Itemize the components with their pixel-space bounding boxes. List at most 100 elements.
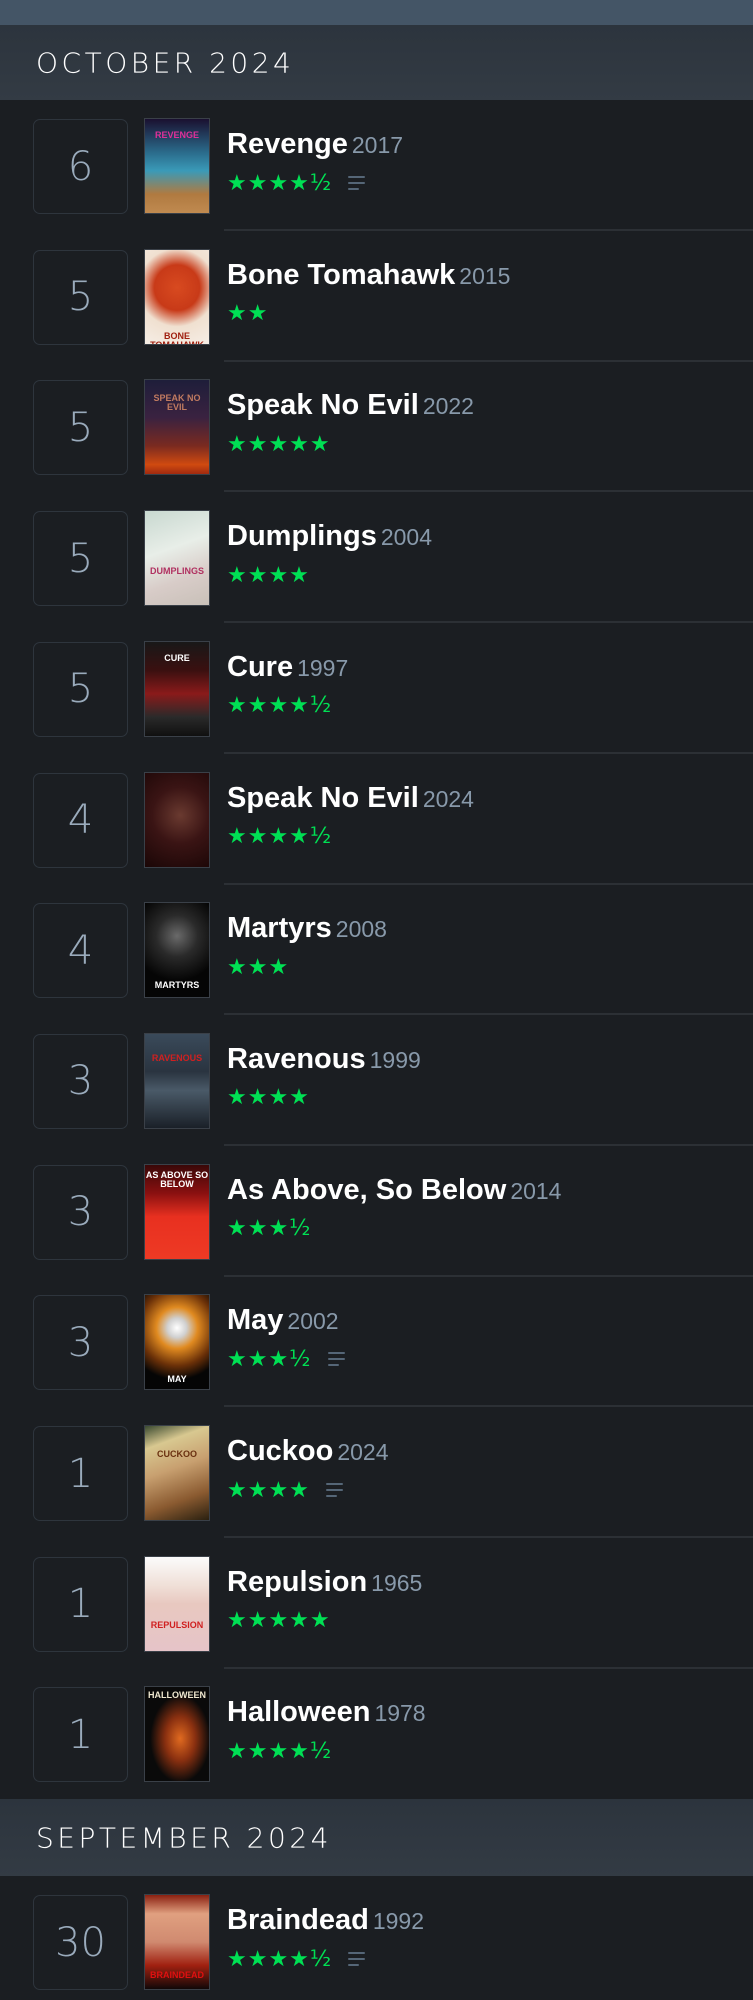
film-title[interactable]: As Above, So Below — [227, 1174, 506, 1206]
review-icon-line — [325, 1483, 343, 1485]
film-info: Cure 1997 ★★★★½ — [227, 649, 348, 720]
day-number[interactable]: 5 — [33, 641, 128, 737]
film-title[interactable]: Cuckoo — [227, 1435, 333, 1467]
diary-entry[interactable]: 4 Speak No Evil 2024 ★★★★½ — [0, 754, 753, 885]
film-title[interactable]: Halloween — [227, 1696, 370, 1728]
poster-ravenous[interactable]: RAVENOUS — [144, 1032, 210, 1129]
film-info: Speak No Evil 2022 ★★★★★ — [227, 387, 474, 458]
film-info: Martyrs 2008 ★★★ — [227, 910, 387, 981]
day-number[interactable]: 3 — [33, 1033, 128, 1129]
diary-entry[interactable]: 3 MAY May 2002 ★★★½ — [0, 1276, 753, 1408]
day-number[interactable]: 4 — [33, 772, 128, 868]
review-icon-line — [348, 176, 366, 178]
star-rating: ★★★★½ — [227, 1946, 333, 1972]
month-label: OCTOBER 2024 — [36, 46, 295, 79]
diary-entry[interactable]: 4 MARTYRS Martyrs 2008 ★★★ — [0, 884, 753, 1016]
diary-entry[interactable]: 3 RAVENOUS Ravenous 1999 ★★★★ — [0, 1015, 753, 1146]
film-year[interactable]: 2022 — [423, 393, 474, 419]
film-year[interactable]: 2014 — [510, 1178, 561, 1204]
film-title[interactable]: Repulsion — [227, 1566, 367, 1598]
poster-repulsion[interactable]: REPULSION — [144, 1555, 210, 1652]
film-year[interactable]: 2002 — [287, 1308, 338, 1334]
review-text-icon[interactable] — [348, 176, 366, 190]
poster-image — [145, 249, 209, 344]
star-rating: ★★★★★ — [227, 431, 331, 457]
poster-title-text: CUCKOO — [157, 1449, 197, 1459]
poster-speak-no-evil-2024[interactable] — [144, 771, 210, 868]
diary-entry[interactable]: 1 REPULSION Repulsion 1965 ★★★★★ — [0, 1538, 753, 1669]
top-bar — [0, 0, 753, 25]
poster-image — [145, 1033, 209, 1128]
diary-entry[interactable]: 6 REVENGE Revenge 2017 ★★★★½ — [0, 100, 753, 231]
film-title[interactable]: Braindead — [227, 1904, 369, 1936]
day-number[interactable]: 4 — [33, 903, 128, 999]
film-title[interactable]: Cure — [227, 651, 293, 683]
film-year[interactable]: 2015 — [459, 263, 510, 289]
poster-cure[interactable]: CURE — [144, 640, 210, 737]
poster-martyrs[interactable]: MARTYRS — [144, 902, 210, 999]
poster-title-text: HALLOWEEN — [148, 1690, 206, 1701]
film-year[interactable]: 1992 — [373, 1908, 424, 1934]
poster-dumplings[interactable]: DUMPLINGS — [144, 510, 210, 607]
poster-title-text: AS ABOVE SO BELOW — [145, 1169, 209, 1189]
poster-as-above-so-below[interactable]: AS ABOVE SO BELOW — [144, 1163, 210, 1260]
day-number[interactable]: 1 — [33, 1687, 128, 1783]
diary-entry[interactable]: 30 BRAINDEAD Braindead 1992 ★★★★½ — [0, 1876, 753, 2000]
film-year[interactable]: 2017 — [352, 132, 403, 158]
film-year[interactable]: 1999 — [370, 1047, 421, 1073]
film-year[interactable]: 1965 — [371, 1570, 422, 1596]
poster-may[interactable]: MAY — [144, 1294, 210, 1391]
diary-entry[interactable]: 5 SPEAK NO EVIL Speak No Evil 2022 ★★★★★ — [0, 361, 753, 493]
film-title[interactable]: Speak No Evil — [227, 389, 419, 421]
day-number[interactable]: 5 — [33, 380, 128, 476]
film-year[interactable]: 1997 — [297, 655, 348, 681]
film-title[interactable]: Martyrs — [227, 912, 332, 944]
day-number[interactable]: 6 — [33, 119, 128, 214]
poster-image — [145, 1426, 209, 1520]
poster-image — [145, 1556, 209, 1651]
review-icon-line — [348, 182, 366, 184]
poster-title-text: DUMPLINGS — [150, 566, 204, 577]
star-rating: ★★★★½ — [227, 170, 333, 196]
film-title[interactable]: Speak No Evil — [227, 782, 419, 814]
poster-bone-tomahawk[interactable]: BONE TOMAHAWK — [144, 248, 210, 345]
film-title[interactable]: Ravenous — [227, 1043, 366, 1075]
day-number[interactable]: 5 — [33, 249, 128, 345]
review-text-icon[interactable] — [348, 1952, 366, 1967]
poster-title-text: BONE TOMAHAWK — [150, 330, 204, 345]
review-icon-line — [325, 1489, 343, 1491]
day-number[interactable]: 5 — [33, 511, 128, 607]
day-number[interactable]: 1 — [33, 1556, 128, 1652]
film-year[interactable]: 2004 — [381, 524, 432, 550]
poster-title-text: CURE — [164, 652, 190, 663]
film-year[interactable]: 1978 — [374, 1700, 425, 1726]
day-number[interactable]: 3 — [33, 1164, 128, 1260]
diary-entry[interactable]: 5 BONE TOMAHAWK Bone Tomahawk 2015 ★★ — [0, 231, 753, 362]
film-year[interactable]: 2008 — [336, 916, 387, 942]
film-title[interactable]: Dumplings — [227, 520, 377, 552]
diary-entry[interactable]: 5 DUMPLINGS Dumplings 2004 ★★★★ — [0, 492, 753, 624]
film-title[interactable]: May — [227, 1304, 283, 1336]
diary-entry[interactable]: 3 AS ABOVE SO BELOW As Above, So Below 2014… — [0, 1146, 753, 1277]
poster-halloween[interactable]: HALLOWEEN — [144, 1686, 210, 1783]
film-year[interactable]: 2024 — [423, 786, 474, 812]
poster-speak-no-evil-2022[interactable]: SPEAK NO EVIL — [144, 379, 210, 476]
film-info: Repulsion 1965 ★★★★★ — [227, 1564, 422, 1635]
review-text-icon[interactable] — [325, 1483, 343, 1497]
day-number[interactable]: 30 — [33, 1895, 128, 1991]
film-year[interactable]: 2024 — [337, 1439, 388, 1465]
poster-cuckoo[interactable]: CUCKOO — [144, 1425, 210, 1521]
day-number[interactable]: 3 — [33, 1295, 128, 1391]
diary-entry[interactable]: 1 HALLOWEEN Halloween 1978 ★★★★½ — [0, 1668, 753, 1799]
diary-entry[interactable]: 1 CUCKOO Cuckoo 2024 ★★★★ — [0, 1407, 753, 1538]
film-info: Halloween 1978 ★★★★½ — [227, 1694, 426, 1765]
film-info: Ravenous 1999 ★★★★ — [227, 1041, 421, 1112]
film-title[interactable]: Revenge — [227, 128, 348, 160]
film-title[interactable]: Bone Tomahawk — [227, 259, 455, 291]
review-text-icon[interactable] — [327, 1352, 345, 1367]
diary-entry[interactable]: 5 CURE Cure 1997 ★★★★½ — [0, 623, 753, 754]
poster-braindead[interactable]: BRAINDEAD — [144, 1894, 210, 1991]
poster-revenge[interactable]: REVENGE — [144, 118, 210, 214]
day-number[interactable]: 1 — [33, 1426, 128, 1521]
poster-image — [145, 772, 209, 867]
